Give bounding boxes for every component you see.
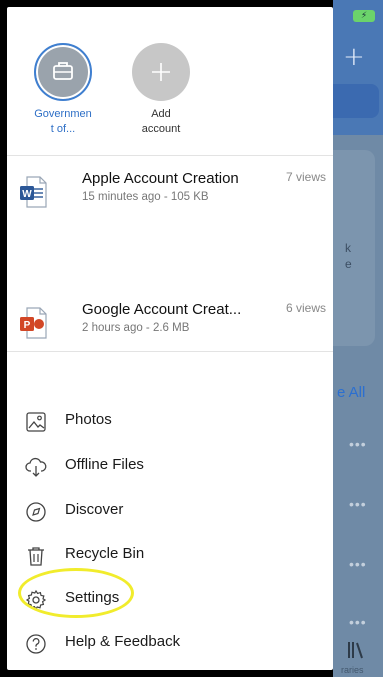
- word-document-icon: W: [19, 176, 47, 208]
- file-name: Google Account Creat...: [82, 301, 242, 318]
- file-name: Apple Account Creation: [82, 170, 239, 187]
- more-icon[interactable]: •••: [349, 614, 367, 630]
- trash-icon: [28, 547, 44, 566]
- account-government[interactable]: Governmen t of...: [23, 43, 103, 137]
- file-views: 7 views: [285, 170, 326, 184]
- see-all-link[interactable]: e All: [337, 384, 365, 401]
- svg-text:W: W: [22, 189, 32, 200]
- add-account-label: Add account: [141, 108, 181, 135]
- battery-icon: ⚡: [353, 10, 375, 22]
- divider: [7, 155, 333, 156]
- more-icon[interactable]: •••: [349, 496, 367, 512]
- recent-file-item[interactable]: W Apple Account Creation 15 minutes ago …: [7, 170, 333, 220]
- more-icon[interactable]: •••: [349, 556, 367, 572]
- menu-item-help-feedback[interactable]: Help & Feedback: [7, 627, 333, 663]
- menu-label: Settings: [65, 589, 120, 606]
- menu-item-photos[interactable]: Photos: [7, 405, 333, 441]
- menu-item-recycle-bin[interactable]: Recycle Bin: [7, 539, 333, 575]
- cloud-download-icon: [25, 457, 47, 477]
- menu-item-discover[interactable]: Discover: [7, 495, 333, 531]
- libraries-tab-label: raries: [341, 665, 364, 675]
- gear-icon: [25, 589, 47, 611]
- compass-icon: [26, 502, 46, 522]
- libraries-icon[interactable]: [347, 640, 365, 665]
- background-app[interactable]: ⚡ + k e e All ••• ••• ••• ••• raries: [333, 0, 383, 677]
- add-account-circle: [132, 43, 190, 101]
- menu-label: Offline Files: [65, 456, 144, 473]
- add-account-button[interactable]: Add account: [121, 43, 201, 137]
- account-avatar: [34, 43, 92, 101]
- photos-icon: [26, 412, 46, 432]
- menu-item-offline-files[interactable]: Offline Files: [7, 450, 333, 486]
- menu-label: Discover: [65, 501, 124, 518]
- account-label: Governmen t of...: [34, 108, 92, 135]
- svg-text:P: P: [24, 320, 31, 331]
- add-icon: +: [343, 42, 365, 72]
- more-icon[interactable]: •••: [349, 436, 367, 452]
- help-icon: [26, 634, 46, 654]
- file-meta: 15 minutes ago - 105 KB: [82, 191, 209, 203]
- screen: ⚡ + k e e All ••• ••• ••• ••• raries Gov…: [0, 0, 383, 677]
- menu-label: Recycle Bin: [65, 545, 145, 562]
- file-meta: 2 hours ago - 2.6 MB: [82, 322, 190, 334]
- background-card-text: k e: [345, 241, 352, 271]
- menu-label: Help & Feedback: [65, 633, 181, 650]
- accounts-section: Governmen t of... Add account: [7, 7, 333, 155]
- powerpoint-document-icon: P: [19, 307, 47, 339]
- divider: [7, 351, 333, 352]
- recent-file-item[interactable]: P Google Account Creat... 2 hours ago - …: [7, 301, 333, 351]
- navigation-drawer: Governmen t of... Add account W Apple Ac…: [7, 7, 333, 670]
- briefcase-icon: [53, 62, 73, 80]
- file-views: 6 views: [285, 301, 326, 315]
- menu-label: Photos: [65, 411, 112, 428]
- menu-item-settings[interactable]: Settings: [7, 583, 333, 619]
- plus-icon: [152, 63, 170, 81]
- background-search-bar: [333, 84, 379, 118]
